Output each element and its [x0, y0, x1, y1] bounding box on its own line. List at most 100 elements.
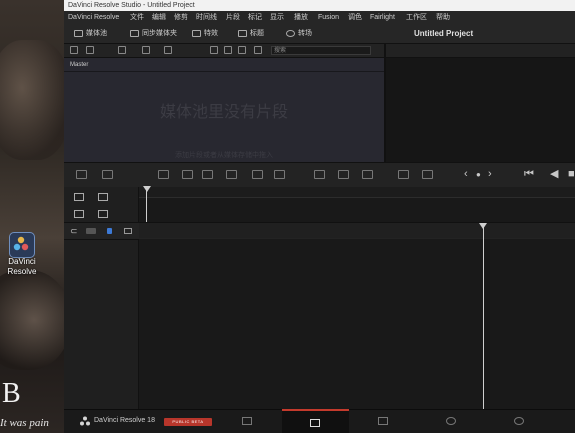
transitions-button[interactable]: 转场 — [286, 24, 312, 43]
next-marker-icon[interactable]: › — [488, 168, 492, 181]
title-bar[interactable]: DaVinci Resolve Studio - Untitled Projec… — [64, 0, 575, 11]
menu-bar: DaVinci Resolve 文件 编辑 修剪 时间线 片段 标记 显示 播放… — [64, 11, 575, 24]
media-page-icon — [242, 417, 252, 425]
go-to-start-icon[interactable]: ⏮ — [524, 168, 534, 181]
window-title: DaVinci Resolve Studio - Untitled Projec… — [68, 2, 195, 9]
effects-tool-icon[interactable] — [314, 170, 325, 179]
media-pool-empty-hint: 添加片段或者从媒体存储中拖入 — [175, 152, 273, 159]
public-beta-badge: PUBLIC BETA — [164, 418, 212, 426]
menu-timeline[interactable]: 时间线 — [196, 11, 217, 24]
page-cut-button[interactable] — [282, 409, 349, 433]
loop-icon[interactable] — [422, 170, 433, 179]
track-header-area — [64, 187, 139, 409]
color-page-icon — [514, 417, 524, 425]
resolve-window: DaVinci Resolve Studio - Untitled Projec… — [64, 0, 575, 433]
zoom-full-icon[interactable] — [74, 193, 84, 201]
menu-trim[interactable]: 修剪 — [174, 11, 188, 24]
wallpaper-shape — [0, 270, 64, 370]
menu-workspace[interactable]: 工作区 — [406, 11, 427, 24]
media-pool-empty-text: 媒体池里没有片段 — [159, 104, 288, 121]
track-options-icon[interactable] — [98, 210, 108, 218]
play-reverse-icon[interactable]: ◀ — [550, 168, 558, 181]
upper-timeline-track[interactable] — [139, 198, 575, 222]
main-playhead[interactable] — [483, 226, 484, 409]
media-pool-icon — [74, 29, 83, 37]
title-icon[interactable] — [274, 170, 285, 179]
sync-bin-button[interactable]: 同步媒体夹 — [130, 24, 177, 43]
page-color-button[interactable] — [486, 409, 553, 433]
menu-edit[interactable]: 编辑 — [152, 11, 166, 24]
upper-playhead[interactable] — [146, 188, 147, 222]
desktop-icon-label: DaVinci Resolve — [7, 257, 37, 276]
davinci-desktop-icon[interactable] — [9, 232, 35, 258]
stop-icon[interactable]: ■ — [568, 168, 575, 181]
keyframe-icon[interactable] — [362, 170, 373, 179]
viewer-panel[interactable] — [386, 58, 575, 162]
smart-insert-icon[interactable] — [76, 170, 87, 179]
position-lock-icon[interactable] — [124, 228, 132, 234]
transitions-icon — [286, 29, 295, 37]
play-marker-icon[interactable] — [398, 170, 409, 179]
menu-clip[interactable]: 片段 — [226, 11, 240, 24]
upper-playhead-handle[interactable] — [143, 186, 151, 192]
zoom-detail-icon[interactable] — [98, 193, 108, 201]
app-version-label: DaVinci Resolve 18 — [94, 417, 155, 424]
audio-tool-icon[interactable] — [338, 170, 349, 179]
lower-timeline-track[interactable] — [139, 239, 575, 409]
menu-view[interactable]: 显示 — [270, 11, 284, 24]
upper-timeline-ruler[interactable] — [139, 187, 575, 198]
wallpaper-text: B — [2, 378, 25, 409]
bin-master-label[interactable]: Master — [70, 62, 88, 68]
effects-icon — [192, 29, 201, 37]
snap-icon[interactable]: ⊂ — [70, 227, 78, 236]
effects-label: 特效 — [204, 30, 218, 37]
wallpaper-shape — [0, 40, 64, 160]
thumbnail-view-icon[interactable] — [224, 46, 232, 54]
link-icon[interactable] — [164, 46, 172, 54]
sync-bin-label: 同步媒体夹 — [142, 30, 177, 37]
transition-icon[interactable] — [252, 170, 263, 179]
marker-dot-icon[interactable]: ● — [476, 168, 481, 181]
menu-davinci-resolve[interactable]: DaVinci Resolve — [68, 11, 119, 24]
place-on-top-icon[interactable] — [202, 170, 213, 179]
menu-playback[interactable]: 播放 — [294, 11, 308, 24]
davinci-logo-icon — [13, 236, 29, 251]
menu-fusion[interactable]: Fusion — [318, 11, 339, 24]
flag-icon[interactable] — [107, 228, 112, 234]
sort-icon[interactable] — [254, 46, 262, 54]
search-input[interactable]: 搜索 — [271, 46, 371, 55]
divider — [64, 71, 384, 72]
menu-help[interactable]: 帮助 — [436, 11, 450, 24]
menu-color[interactable]: 调色 — [348, 11, 362, 24]
source-overwrite-icon[interactable] — [226, 170, 237, 179]
menu-mark[interactable]: 标记 — [248, 11, 262, 24]
transitions-label: 转场 — [298, 30, 312, 37]
page-edit-button[interactable] — [350, 409, 417, 433]
linked-selection-icon[interactable] — [86, 228, 96, 234]
effects-button[interactable]: 特效 — [192, 24, 218, 43]
metadata-view-icon[interactable] — [210, 46, 218, 54]
close-up-icon[interactable] — [182, 170, 193, 179]
project-title: Untitled Project — [414, 29, 474, 38]
module-toolbar: 媒体池 同步媒体夹 特效 标题 转场 — [64, 24, 575, 44]
lower-timeline-ruler[interactable] — [139, 223, 575, 238]
page-media-button[interactable] — [214, 409, 281, 433]
list-view-icon[interactable] — [238, 46, 246, 54]
page-fusion-button[interactable] — [418, 409, 485, 433]
import-icon[interactable] — [118, 46, 126, 54]
menu-fairlight[interactable]: Fairlight — [370, 11, 395, 24]
sidebar-toggle-icon[interactable] — [70, 46, 78, 54]
media-pool-button[interactable]: 媒体池 — [74, 24, 107, 43]
menu-file[interactable]: 文件 — [130, 11, 144, 24]
append-icon[interactable] — [102, 170, 113, 179]
track-height-icon[interactable] — [74, 210, 84, 218]
titles-button[interactable]: 标题 — [238, 24, 264, 43]
chevron-down-icon[interactable] — [86, 46, 94, 54]
panel-divider[interactable] — [384, 44, 386, 169]
edit-toolbar: ‹ ● › ⏮ ◀ ■ — [64, 162, 575, 188]
ripple-overwrite-icon[interactable] — [158, 170, 169, 179]
prev-marker-icon[interactable]: ‹ — [464, 168, 468, 181]
main-playhead-handle[interactable] — [479, 223, 487, 229]
titles-icon — [238, 29, 247, 37]
bin-icon[interactable] — [142, 46, 150, 54]
